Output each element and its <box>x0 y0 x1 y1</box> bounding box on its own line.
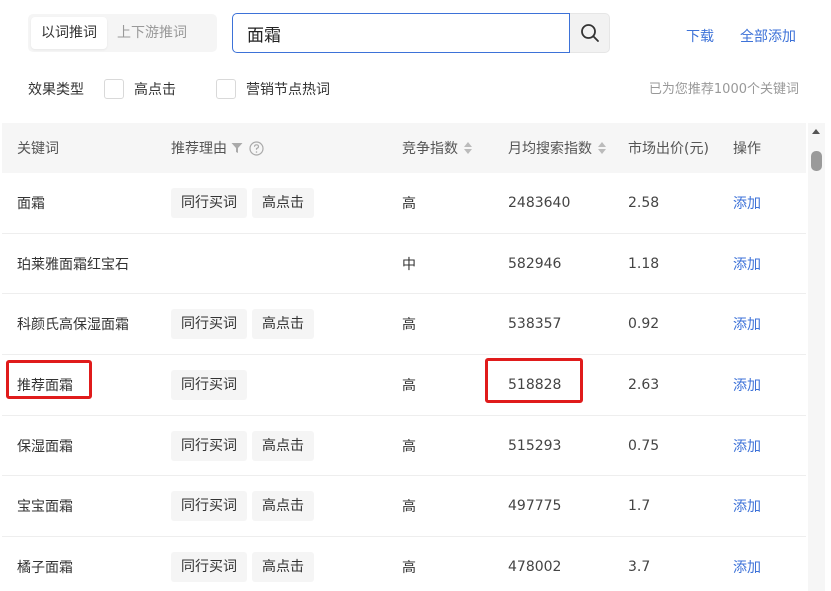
keyword-cell: 保湿面霜 <box>17 438 73 455</box>
competition-cell: 中 <box>402 256 416 273</box>
add-all-link[interactable]: 全部添加 <box>740 26 796 46</box>
header-search-volume[interactable]: 月均搜索指数 <box>508 123 606 173</box>
sort-icon[interactable] <box>464 142 472 154</box>
header-competition-label: 竞争指数 <box>402 141 458 157</box>
download-link[interactable]: 下载 <box>686 26 714 46</box>
reason-tag: 高点击 <box>252 187 314 218</box>
keyword-cell: 宝宝面霜 <box>17 499 73 516</box>
add-button[interactable]: 添加 <box>733 234 761 294</box>
search-volume-cell: 497775 <box>508 498 562 515</box>
table-row: 宝宝面霜 同行买词 高点击 高 497775 1.7 添加 <box>2 476 806 538</box>
search-bar <box>232 13 610 53</box>
marketing-hotword-label[interactable]: 营销节点热词 <box>246 79 330 99</box>
header-competition[interactable]: 竞争指数 <box>402 123 472 173</box>
price-cell: 1.7 <box>628 498 651 515</box>
header-op: 操作 <box>733 141 761 157</box>
competition-cell: 高 <box>402 499 416 516</box>
reason-tag: 同行买词 <box>171 491 247 522</box>
search-icon <box>580 24 599 42</box>
search-volume-cell: 2483640 <box>508 194 571 211</box>
add-button[interactable]: 添加 <box>733 173 761 233</box>
table-row: 橘子面霜 同行买词 高点击 高 478002 3.7 添加 <box>2 537 806 591</box>
reason-tag: 同行买词 <box>171 551 247 582</box>
reason-tag: 高点击 <box>252 309 314 340</box>
reason-cell: 同行买词 高点击 <box>171 476 319 536</box>
recommend-mode-tabs: 以词推词 上下游推词 <box>28 14 217 52</box>
keyword-table: 关键词 推荐理由 竞争指数 月均搜索指数 市场出价(元) 操作 面霜 同行买词 … <box>2 123 806 591</box>
keyword-cell: 面霜 <box>17 195 45 212</box>
reason-tag: 高点击 <box>252 491 314 522</box>
header-price: 市场出价(元) <box>628 141 709 157</box>
reason-cell: 同行买词 高点击 <box>171 294 319 354</box>
search-volume-cell: 478002 <box>508 558 562 575</box>
header-reason-label: 推荐理由 <box>171 141 227 157</box>
search-input[interactable] <box>232 13 570 53</box>
vertical-scrollbar[interactable] <box>808 123 825 591</box>
high-click-label[interactable]: 高点击 <box>134 79 176 99</box>
add-button[interactable]: 添加 <box>733 416 761 476</box>
competition-cell: 高 <box>402 438 416 455</box>
table-row: 珀莱雅面霜红宝石 中 582946 1.18 添加 <box>2 234 806 295</box>
table-body: 面霜 同行买词 高点击 高 2483640 2.58 添加 珀莱雅面霜红宝石 中… <box>2 173 806 591</box>
keyword-cell: 科颜氏高保湿面霜 <box>17 317 129 334</box>
reason-tag: 同行买词 <box>171 430 247 461</box>
price-cell: 1.18 <box>628 255 660 272</box>
add-button[interactable]: 添加 <box>733 355 761 415</box>
sort-icon[interactable] <box>598 142 606 154</box>
table-row: 科颜氏高保湿面霜 同行买词 高点击 高 538357 0.92 添加 <box>2 294 806 356</box>
reason-cell: 同行买词 <box>171 355 252 415</box>
question-icon[interactable] <box>249 140 264 156</box>
high-click-checkbox[interactable] <box>104 79 124 99</box>
price-cell: 2.58 <box>628 194 660 211</box>
add-button[interactable]: 添加 <box>733 294 761 354</box>
reason-tag: 高点击 <box>252 551 314 582</box>
search-volume-highlight-box <box>485 358 583 403</box>
price-cell: 0.75 <box>628 437 660 454</box>
add-button[interactable]: 添加 <box>733 476 761 536</box>
competition-cell: 高 <box>402 559 416 576</box>
search-volume-cell: 515293 <box>508 437 562 454</box>
table-row: 面霜 同行买词 高点击 高 2483640 2.58 添加 <box>2 173 806 234</box>
reason-tag: 同行买词 <box>171 369 247 400</box>
table-row: 保湿面霜 同行买词 高点击 高 515293 0.75 添加 <box>2 416 806 477</box>
price-cell: 0.92 <box>628 316 660 333</box>
competition-cell: 高 <box>402 317 416 334</box>
marketing-hotword-checkbox[interactable] <box>216 79 236 99</box>
table-header: 关键词 推荐理由 竞争指数 月均搜索指数 市场出价(元) 操作 <box>2 123 806 173</box>
add-button[interactable]: 添加 <box>733 537 761 591</box>
tab-word-to-word[interactable]: 以词推词 <box>31 17 107 49</box>
effect-type-filter: 效果类型 高点击 营销节点热词 <box>28 78 370 100</box>
reason-cell: 同行买词 高点击 <box>171 416 319 476</box>
search-volume-cell: 582946 <box>508 255 562 272</box>
competition-cell: 高 <box>402 377 416 394</box>
funnel-icon[interactable] <box>231 142 243 154</box>
scroll-thumb[interactable] <box>811 151 822 171</box>
reason-cell: 同行买词 高点击 <box>171 173 319 233</box>
scroll-up-arrow-icon[interactable] <box>812 129 820 134</box>
header-reason: 推荐理由 <box>171 123 264 173</box>
reason-tag: 同行买词 <box>171 187 247 218</box>
keyword-cell: 橘子面霜 <box>17 559 73 576</box>
search-button[interactable] <box>570 13 610 53</box>
filter-label: 效果类型 <box>28 82 84 98</box>
keyword-highlight-box <box>6 360 92 399</box>
reason-tag: 高点击 <box>252 430 314 461</box>
header-keyword: 关键词 <box>17 141 59 157</box>
reason-tag: 同行买词 <box>171 309 247 340</box>
price-cell: 2.63 <box>628 376 660 393</box>
search-volume-cell: 538357 <box>508 316 562 333</box>
keyword-cell: 珀莱雅面霜红宝石 <box>17 256 129 273</box>
reason-cell: 同行买词 高点击 <box>171 537 319 591</box>
price-cell: 3.7 <box>628 558 651 575</box>
recommend-count: 已为您推荐1000个关键词 <box>648 82 799 97</box>
tab-upstream-downstream[interactable]: 上下游推词 <box>107 17 197 49</box>
header-search-volume-label: 月均搜索指数 <box>508 141 592 157</box>
table-row: 推荐面霜 同行买词 高 518828 2.63 添加 <box>2 355 806 416</box>
competition-cell: 高 <box>402 195 416 212</box>
